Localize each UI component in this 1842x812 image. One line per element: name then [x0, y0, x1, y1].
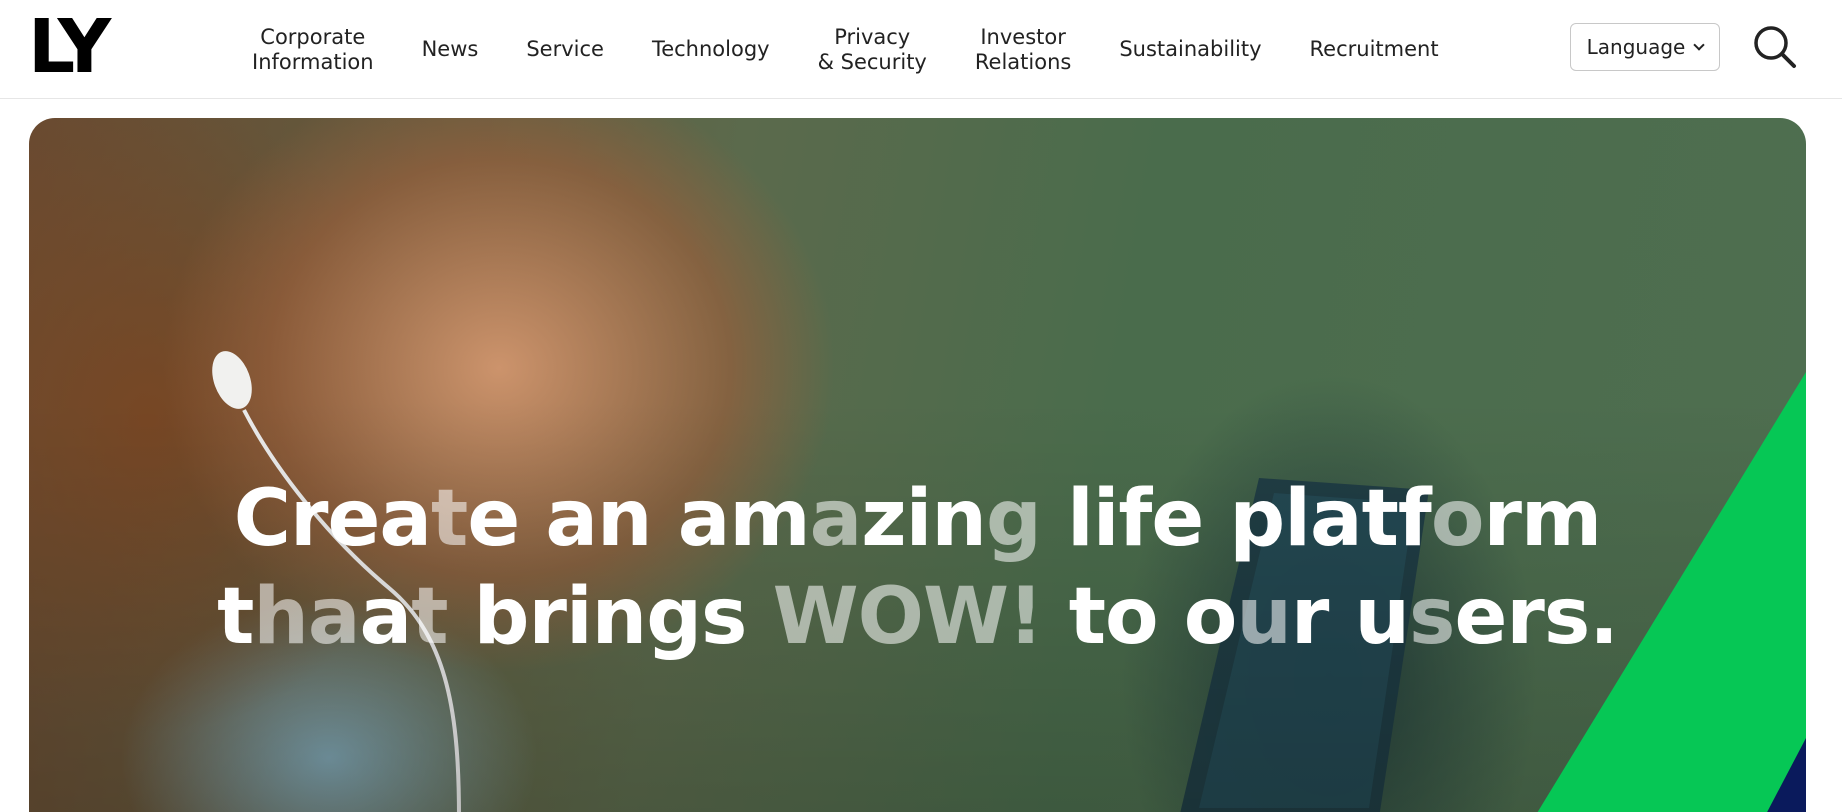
headline-fragment: g: [985, 474, 1042, 564]
headline-fragment: ers.: [1454, 572, 1618, 662]
nav-service[interactable]: Service: [526, 37, 604, 62]
chevron-down-icon: [1693, 39, 1706, 51]
site-header: LY Corporate Information News Service Te…: [0, 0, 1842, 99]
nav-label-line1: Service: [526, 37, 604, 61]
nav-news[interactable]: News: [422, 37, 479, 62]
headline-fragment: t: [411, 572, 448, 662]
headline-fragment: e an am: [467, 474, 810, 564]
headline-fragment: to o: [1042, 572, 1238, 662]
nav-privacy-security[interactable]: Privacy & Security: [818, 25, 927, 75]
language-label: Language: [1586, 35, 1686, 59]
headline-fragment: t: [431, 474, 468, 564]
headline-fragment: WOW!: [772, 572, 1044, 662]
headline-fragment: s: [1409, 572, 1455, 662]
headline-fragment: zin: [861, 474, 987, 564]
headline-fragment: rm: [1483, 474, 1602, 564]
headline-fragment: ha: [253, 572, 360, 662]
headline-line-1: Create an amazing life platform: [29, 470, 1806, 568]
accent-shape: [1537, 372, 1806, 812]
nav-label-line1: Privacy: [834, 24, 911, 49]
hero-headline: Create an amazing life platform thaat br…: [29, 470, 1806, 666]
hero-banner: Create an amazing life platform thaat br…: [29, 118, 1806, 812]
headline-fragment: t: [217, 572, 254, 662]
headline-fragment: Crea: [233, 474, 432, 564]
headline-fragment: u: [1236, 572, 1292, 662]
ly-logo[interactable]: LY: [28, 10, 114, 84]
nav-investor-relations[interactable]: Investor Relations: [975, 25, 1071, 75]
main-nav: Corporate Information News Service Techn…: [236, 0, 1463, 99]
nav-recruitment[interactable]: Recruitment: [1310, 37, 1439, 62]
nav-sustainability[interactable]: Sustainability: [1119, 37, 1261, 62]
search-icon[interactable]: [1752, 24, 1798, 70]
headline-fragment: r u: [1290, 572, 1410, 662]
nav-label-line2: & Security: [817, 49, 927, 74]
nav-label-line2: Information: [252, 49, 374, 74]
headline-fragment: a: [359, 572, 413, 662]
headline-line-2: thaat brings WOW! to our users.: [29, 568, 1806, 666]
nav-label-line1: Investor: [980, 24, 1066, 49]
headline-fragment: a: [809, 474, 863, 564]
nav-label-line2: Relations: [974, 49, 1072, 74]
headline-fragment: o: [1430, 474, 1485, 564]
nav-label-line1: Technology: [651, 37, 770, 61]
language-dropdown[interactable]: Language: [1570, 23, 1720, 71]
nav-label-line1: Recruitment: [1309, 37, 1439, 61]
nav-corporate-information[interactable]: Corporate Information: [252, 25, 374, 75]
nav-label-line1: News: [421, 37, 479, 61]
nav-technology[interactable]: Technology: [652, 37, 770, 62]
nav-label-line1: Corporate: [260, 24, 366, 49]
headline-fragment: life platf: [1040, 474, 1432, 564]
nav-label-line1: Sustainability: [1119, 37, 1262, 61]
headline-fragment: brings: [447, 572, 773, 662]
